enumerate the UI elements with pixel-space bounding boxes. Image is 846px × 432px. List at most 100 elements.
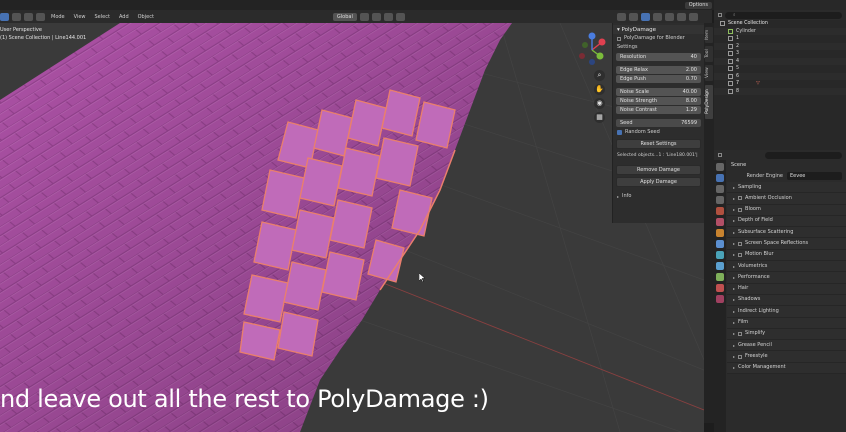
tab-tool[interactable]: Tool [705, 46, 713, 62]
section-checkbox[interactable] [738, 241, 743, 246]
shading-solid-icon[interactable] [664, 12, 674, 21]
proportional-edit-icon[interactable] [395, 12, 405, 21]
render-section[interactable]: ▸ Sampling [727, 182, 846, 194]
view-layer-tab-icon[interactable] [716, 196, 724, 204]
outliner-row[interactable]: 1 [714, 35, 846, 43]
render-section[interactable]: ▸ Performance [727, 272, 846, 284]
zoom-icon[interactable]: ⌕ [594, 70, 605, 81]
render-section[interactable]: ▸ Screen Space Reflections [727, 238, 846, 250]
object-tab-icon[interactable] [716, 229, 724, 237]
outliner-row[interactable]: 3 [714, 50, 846, 58]
outliner-editor-icon[interactable] [718, 13, 722, 17]
world-tab-icon[interactable] [716, 218, 724, 226]
output-tab-icon[interactable] [716, 185, 724, 193]
render-engine-dropdown[interactable]: Eevee [787, 172, 842, 180]
select-extend-icon[interactable] [24, 12, 33, 21]
modifier-tab-icon[interactable] [716, 240, 724, 248]
hand-icon[interactable]: ✋ [594, 84, 605, 95]
tab-polydesign[interactable]: PolyDesign [705, 85, 713, 119]
section-checkbox[interactable] [738, 354, 743, 359]
section-checkbox[interactable] [738, 207, 743, 212]
resolution-field[interactable]: Resolution 40 [616, 53, 701, 61]
noise-scale-field[interactable]: Noise Scale 40.00 [616, 88, 701, 96]
render-section[interactable]: ▸ Ambient Occlusion [727, 193, 846, 205]
properties-search-input[interactable] [765, 151, 842, 159]
editor-type-button[interactable] [0, 12, 9, 21]
snap-icon[interactable] [371, 12, 381, 21]
section-checkbox[interactable] [738, 332, 743, 336]
random-seed-row[interactable]: Random Seed [613, 128, 704, 137]
noise-contrast-field[interactable]: Noise Contrast 1.29 [616, 106, 701, 114]
section-checkbox[interactable] [738, 252, 743, 257]
tool-tab-icon[interactable] [716, 163, 724, 171]
edge-push-field[interactable]: Edge Push 0.70 [616, 75, 701, 83]
render-section[interactable]: ▸ Hair [727, 283, 846, 295]
outliner-root[interactable]: Scene Collection [714, 20, 846, 28]
options-dropdown[interactable]: Options [684, 1, 712, 9]
render-section[interactable]: ▸ Shadows [727, 294, 846, 307]
tab-view[interactable]: View [705, 65, 713, 81]
random-seed-checkbox[interactable] [617, 130, 622, 135]
xray-icon[interactable] [652, 12, 662, 21]
texture-tab-icon[interactable] [716, 295, 724, 303]
render-section[interactable]: ▸ Indirect Lighting [727, 306, 846, 318]
remove-damage-button[interactable]: Remove Damage [616, 165, 701, 175]
panel-header[interactable]: ▾ PolyDamage [613, 25, 704, 34]
outliner-search-input[interactable]: ⌕ [725, 11, 842, 19]
properties-editor-icon[interactable] [718, 153, 722, 157]
settings-label: Settings [617, 44, 638, 50]
outliner-row[interactable]: 6 [714, 72, 846, 80]
menu-add[interactable]: Add [116, 14, 132, 20]
edge-relax-field[interactable]: Edge Relax 2.00 [616, 66, 701, 74]
sidebar-tabs: Item Tool View PolyDesign [704, 23, 714, 423]
data-tab-icon[interactable] [716, 273, 724, 281]
render-section[interactable]: ▸ Film [727, 317, 846, 329]
render-section[interactable]: ▸ Bloom [727, 204, 846, 216]
scene-tab-icon[interactable] [716, 207, 724, 215]
navigation-gizmo[interactable] [572, 30, 612, 70]
grid-icon[interactable]: ▦ [594, 112, 605, 123]
render-section[interactable]: ▸ Freestyle [727, 351, 846, 363]
reset-settings-button[interactable]: Reset Settings [616, 139, 701, 149]
noise-strength-field[interactable]: Noise Strength 8.00 [616, 97, 701, 105]
render-section[interactable]: ▸ Grease Pencil [727, 340, 846, 352]
magnet-icon[interactable] [383, 12, 393, 21]
render-tab-icon[interactable] [716, 174, 724, 182]
info-subpanel[interactable]: ▸ Info [613, 192, 704, 201]
camera-icon[interactable]: ◉ [594, 98, 605, 109]
menu-select[interactable]: Select [92, 14, 113, 20]
properties-content: Scene Render Engine Eevee ▸ Sampling ▸ Ambi… [727, 160, 846, 375]
outliner-row[interactable]: 8 [714, 87, 846, 95]
outliner-row[interactable]: 2 [714, 42, 846, 50]
gizmo-toggle-icon[interactable] [628, 12, 638, 21]
shading-material-icon[interactable] [676, 12, 686, 21]
menu-view[interactable]: View [71, 14, 89, 20]
render-section[interactable]: ▸ Depth of Field [727, 215, 846, 228]
render-section[interactable]: ▸ Volumetrics [727, 261, 846, 273]
outliner-row[interactable]: 7 ▽ [714, 80, 846, 88]
select-subtract-icon[interactable] [36, 12, 45, 21]
outliner-row[interactable]: 4 [714, 57, 846, 65]
tab-item[interactable]: Item [705, 27, 713, 43]
seed-field[interactable]: Seed 76599 [616, 119, 701, 127]
outliner-row[interactable]: 5 [714, 65, 846, 73]
physics-tab-icon[interactable] [716, 262, 724, 270]
material-tab-icon[interactable] [716, 284, 724, 292]
render-section[interactable]: ▸ Subsurface Scattering [727, 227, 846, 239]
outliner-row[interactable]: Cylinder [714, 27, 846, 35]
menu-object[interactable]: Object [135, 14, 157, 20]
section-checkbox[interactable] [738, 196, 743, 201]
apply-damage-button[interactable]: Apply Damage [616, 177, 701, 187]
render-section[interactable]: ▸ Color Management [727, 362, 846, 375]
mode-dropdown[interactable]: Mode [48, 14, 68, 20]
render-section[interactable]: ▸ Motion Blur [727, 249, 846, 262]
transform-orientation-dropdown[interactable]: Global [332, 12, 357, 21]
overlay-toggle-icon[interactable] [640, 12, 650, 21]
particles-tab-icon[interactable] [716, 251, 724, 259]
shading-rendered-icon[interactable] [688, 12, 698, 21]
render-section[interactable]: ▸ Simplify [727, 328, 846, 341]
pivot-icon[interactable] [359, 12, 369, 21]
viewport-header: Mode View Select Add Object Global [0, 10, 712, 23]
select-box-icon[interactable] [12, 12, 21, 21]
visibility-icon[interactable] [616, 12, 626, 21]
